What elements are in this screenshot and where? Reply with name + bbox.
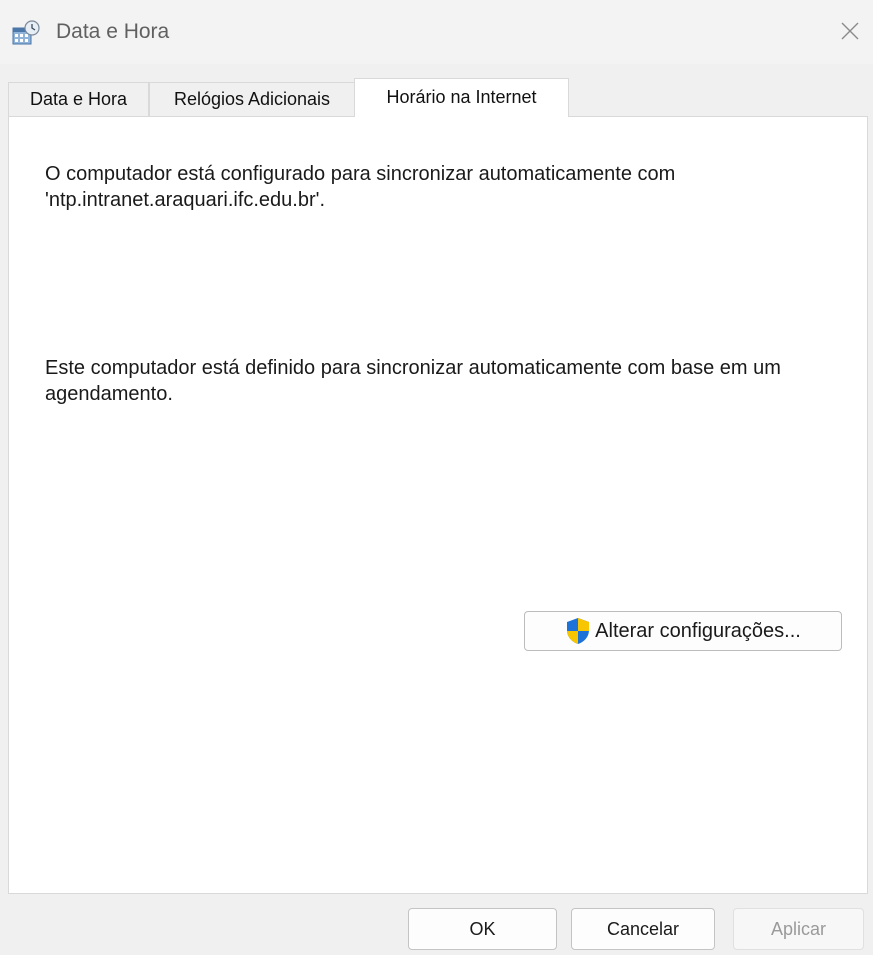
date-time-dialog: Data e Hora Data e Hora Relógios Adicion… bbox=[0, 0, 873, 955]
close-button[interactable] bbox=[827, 8, 873, 54]
tab-bar: Data e Hora Relógios Adicionais Horário … bbox=[8, 78, 868, 117]
internet-time-panel: O computador está configurado para sincr… bbox=[8, 116, 868, 894]
cancel-button[interactable]: Cancelar bbox=[571, 908, 715, 950]
window-title: Data e Hora bbox=[56, 20, 170, 43]
date-time-calendar-icon bbox=[12, 20, 40, 46]
uac-shield-icon bbox=[567, 618, 590, 644]
tab-horario-na-internet[interactable]: Horário na Internet bbox=[354, 78, 569, 117]
change-settings-label: Alterar configurações... bbox=[595, 619, 801, 642]
ok-button[interactable]: OK bbox=[408, 908, 557, 950]
schedule-text: Este computador está definido para sincr… bbox=[45, 357, 781, 405]
change-settings-button[interactable]: Alterar configurações... bbox=[524, 611, 842, 651]
close-icon bbox=[841, 22, 859, 40]
sync-server-text: O computador está configurado para sincr… bbox=[45, 163, 676, 211]
tab-data-e-hora[interactable]: Data e Hora bbox=[8, 82, 149, 116]
apply-button[interactable]: Aplicar bbox=[733, 908, 864, 950]
tab-relogios-adicionais[interactable]: Relógios Adicionais bbox=[149, 82, 355, 116]
title-bar: Data e Hora bbox=[0, 0, 873, 64]
